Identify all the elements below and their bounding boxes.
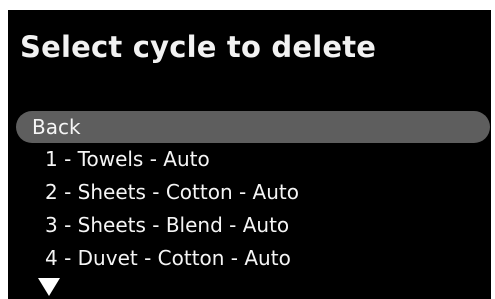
cycle-item-duvet-cotton[interactable]: 4 - Duvet - Cotton - Auto — [16, 242, 490, 275]
down-arrow-icon[interactable] — [38, 278, 60, 296]
cycle-item-sheets-cotton[interactable]: 2 - Sheets - Cotton - Auto — [16, 176, 490, 209]
cycle-menu: Back 1 - Towels - Auto 2 - Sheets - Cott… — [16, 111, 490, 275]
cycle-item-sheets-blend[interactable]: 3 - Sheets - Blend - Auto — [16, 209, 490, 242]
back-menu-item[interactable]: Back — [16, 111, 490, 143]
display-screen: Select cycle to delete Back 1 - Towels -… — [8, 10, 491, 299]
page-title: Select cycle to delete — [20, 30, 377, 64]
cycle-item-towels[interactable]: 1 - Towels - Auto — [16, 143, 490, 176]
